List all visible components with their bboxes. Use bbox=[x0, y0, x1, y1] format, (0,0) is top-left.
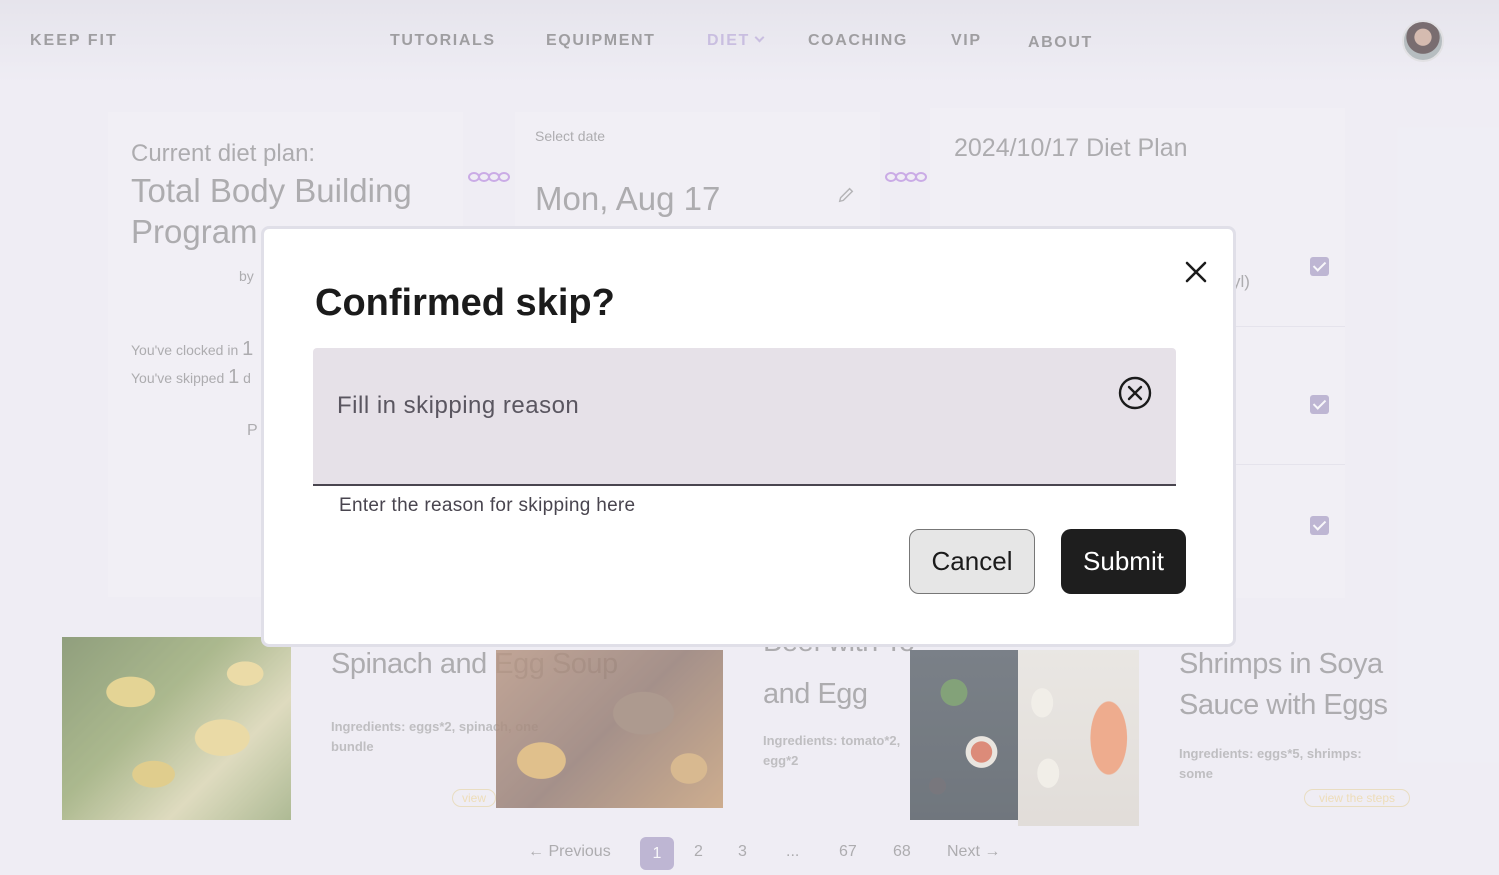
page-background: KEEP FIT TUTORIALS EQUIPMENT DIET COACHI… bbox=[0, 0, 1499, 875]
dialog-title: Confirmed skip? bbox=[315, 282, 615, 324]
skip-reason-input[interactable] bbox=[337, 388, 1097, 424]
cancel-button[interactable]: Cancel bbox=[909, 529, 1035, 594]
submit-button[interactable]: Submit bbox=[1061, 529, 1186, 594]
skip-reason-helper-text: Enter the reason for skipping here bbox=[339, 495, 636, 516]
clear-circle-icon[interactable] bbox=[1116, 374, 1154, 412]
skip-reason-field bbox=[313, 348, 1176, 486]
close-icon[interactable] bbox=[1181, 257, 1211, 287]
skip-confirm-dialog: Confirmed skip? Enter the reason for ski… bbox=[261, 226, 1236, 647]
